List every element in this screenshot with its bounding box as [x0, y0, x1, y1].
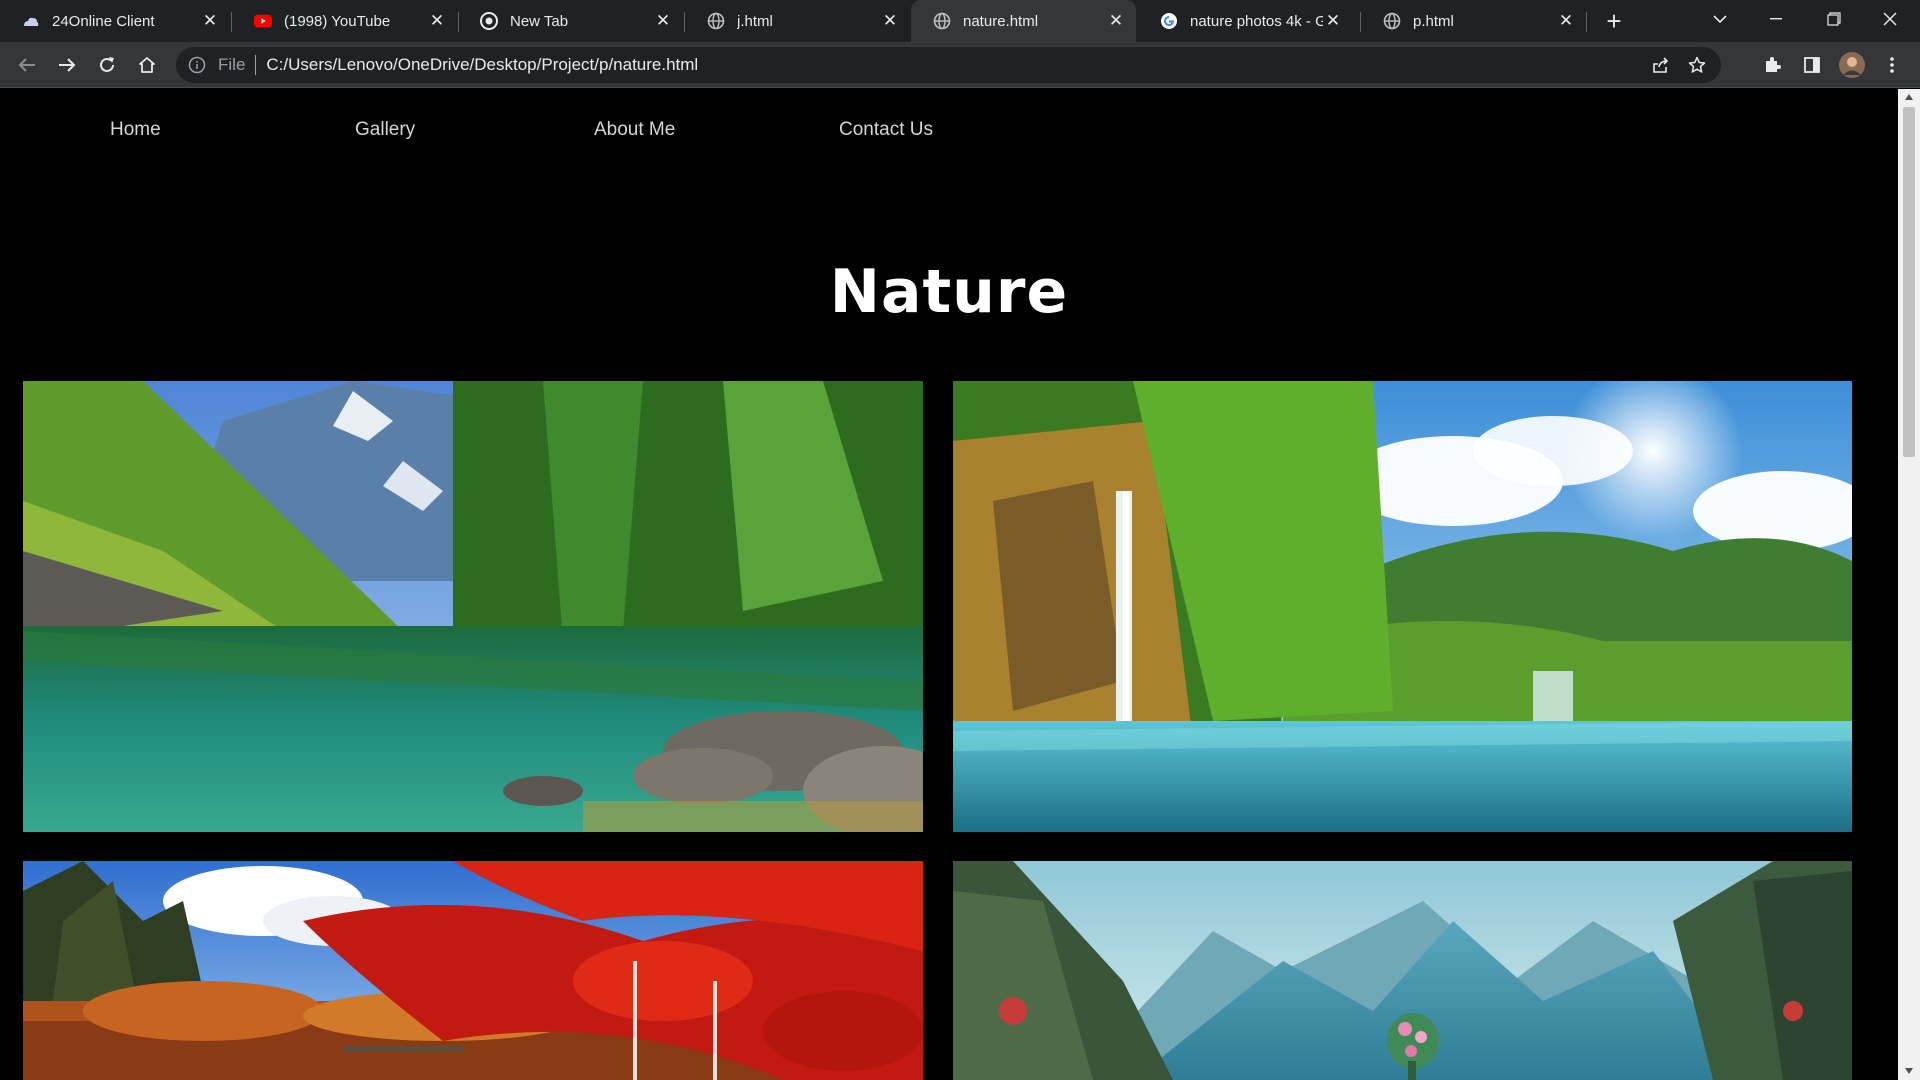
scrollbar-thumb[interactable]	[1903, 107, 1915, 457]
google-icon	[1160, 12, 1178, 30]
tab-j-html[interactable]: j.html ✕	[685, 0, 910, 42]
bookmark-star-icon[interactable]	[1683, 51, 1711, 79]
close-icon[interactable]: ✕	[427, 11, 447, 31]
arrow-right-icon	[59, 58, 76, 72]
restore-icon	[1827, 12, 1841, 26]
tab-new-tab[interactable]: New Tab ✕	[458, 0, 683, 42]
lake-forest-photo[interactable]	[23, 381, 923, 832]
menu-button[interactable]	[1876, 49, 1908, 81]
close-window-button[interactable]	[1862, 0, 1918, 38]
address-bar[interactable]: File C:/Users/Lenovo/OneDrive/Desktop/Pr…	[176, 47, 1721, 83]
globe-icon	[707, 12, 725, 30]
scroll-up-arrow-icon[interactable]	[1903, 91, 1915, 103]
tab-search-button[interactable]	[1692, 0, 1748, 38]
autumn-red-leaves-photo[interactable]	[23, 861, 923, 1080]
tab-p-html[interactable]: p.html ✕	[1361, 0, 1586, 42]
misty-mountains-photo[interactable]	[953, 861, 1852, 1080]
globe-icon	[1383, 12, 1401, 30]
tab-strip: 24Online Client ✕ (1998) YouTube ✕ New T…	[0, 0, 1920, 42]
site-nav: Home Gallery About Me Contact Us	[0, 89, 1898, 169]
tab-title: (1998) YouTube	[284, 12, 391, 30]
page-viewport: Home Gallery About Me Contact Us Nature	[0, 89, 1898, 1080]
browser-toolbar: File C:/Users/Lenovo/OneDrive/Desktop/Pr…	[0, 42, 1920, 88]
side-panel-icon	[1804, 57, 1820, 73]
close-icon[interactable]: ✕	[200, 11, 220, 31]
tab-divider	[1586, 12, 1587, 32]
home-icon	[139, 57, 155, 73]
close-icon	[1883, 12, 1897, 26]
side-panel-button[interactable]	[1796, 49, 1828, 81]
nav-gallery-link[interactable]: Gallery	[355, 119, 415, 141]
page-scrollbar[interactable]	[1898, 89, 1920, 1080]
new-tab-button[interactable]: +	[1598, 6, 1630, 36]
tab-24online[interactable]: 24Online Client ✕	[0, 0, 230, 42]
scroll-down-arrow-icon[interactable]	[1903, 1065, 1915, 1077]
nav-contact-link[interactable]: Contact Us	[839, 119, 933, 141]
nav-about-link[interactable]: About Me	[594, 119, 675, 141]
close-icon[interactable]: ✕	[653, 11, 673, 31]
cloud-icon	[22, 12, 40, 30]
nav-home-link[interactable]: Home	[110, 119, 161, 141]
divider	[255, 55, 257, 75]
more-vert-icon	[1890, 57, 1894, 73]
tab-title: 24Online Client	[52, 12, 155, 30]
forward-button[interactable]	[51, 49, 83, 81]
tab-google-search[interactable]: nature photos 4k - Go ✕	[1138, 0, 1353, 42]
url-scheme: File	[218, 55, 246, 74]
omnibox-actions	[1647, 51, 1711, 79]
chevron-down-icon	[1713, 15, 1727, 23]
back-button[interactable]	[11, 49, 43, 81]
restore-button[interactable]	[1806, 0, 1862, 38]
arrow-left-icon	[18, 58, 35, 72]
url-text[interactable]: C:/Users/Lenovo/OneDrive/Desktop/Project…	[266, 55, 698, 75]
info-icon[interactable]	[188, 56, 206, 74]
waterfall-lake-photo[interactable]	[953, 381, 1852, 832]
close-icon[interactable]: ✕	[1323, 11, 1343, 31]
reload-button[interactable]	[91, 49, 123, 81]
minimize-button[interactable]	[1748, 0, 1804, 38]
close-icon[interactable]: ✕	[1106, 11, 1126, 31]
tab-nature-html[interactable]: nature.html ✕	[911, 0, 1136, 42]
tab-title: nature.html	[963, 12, 1039, 30]
close-icon[interactable]: ✕	[880, 11, 900, 31]
tab-youtube[interactable]: (1998) YouTube ✕	[232, 0, 457, 42]
avatar	[1839, 52, 1865, 78]
puzzle-icon	[1766, 57, 1781, 72]
youtube-icon	[254, 12, 272, 30]
extensions-button[interactable]	[1756, 49, 1788, 81]
profile-button[interactable]	[1836, 49, 1868, 81]
share-icon[interactable]	[1647, 51, 1675, 79]
home-button[interactable]	[131, 49, 163, 81]
minimize-icon	[1770, 18, 1782, 20]
page-title: Nature	[829, 257, 1069, 327]
globe-icon	[933, 12, 951, 30]
tab-title: nature photos 4k - Go	[1190, 12, 1323, 30]
tab-title: New Tab	[510, 12, 569, 30]
close-icon[interactable]: ✕	[1556, 11, 1576, 31]
tab-title: j.html	[737, 12, 773, 30]
tab-title: p.html	[1413, 12, 1454, 30]
reload-icon	[100, 57, 114, 72]
chrome-icon	[480, 12, 498, 30]
